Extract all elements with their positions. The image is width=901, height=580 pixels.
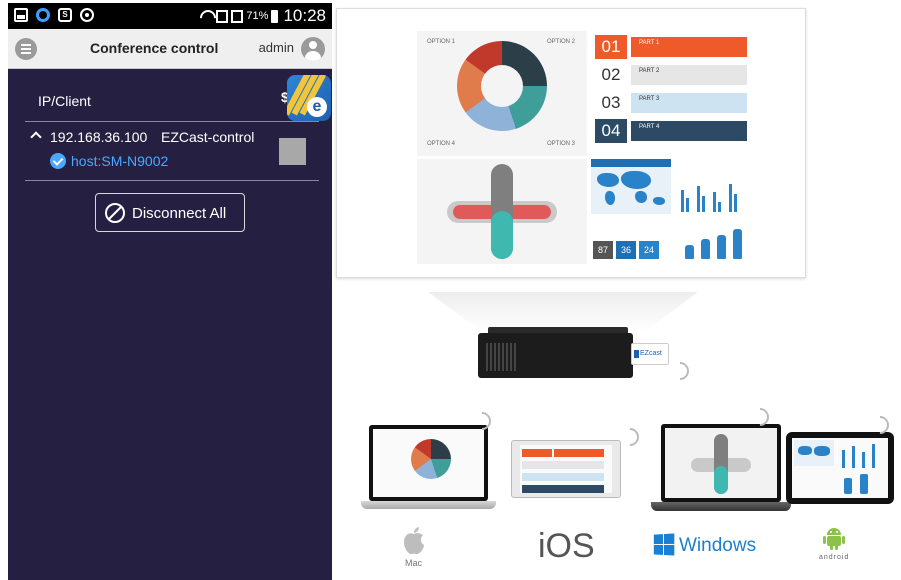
windows-laptop-graphic bbox=[651, 424, 791, 516]
client-ip: 192.168.36.100 bbox=[50, 129, 148, 145]
cross-infographic bbox=[417, 159, 587, 264]
world-map-graphic bbox=[591, 159, 671, 214]
os-label-windows: Windows bbox=[679, 535, 757, 556]
donut-chart-graphic bbox=[457, 41, 547, 131]
stat-badge: 24 bbox=[639, 241, 659, 259]
disconnect-all-button[interactable]: Disconnect All bbox=[95, 193, 245, 232]
projection-beam bbox=[428, 292, 698, 332]
check-circle-icon bbox=[50, 153, 66, 169]
wifi-icon bbox=[199, 9, 213, 23]
disconnect-all-label: Disconnect All bbox=[132, 205, 227, 222]
os-label-ios: iOS bbox=[538, 527, 595, 565]
gallery-icon bbox=[14, 8, 28, 22]
stat-badge: 87 bbox=[593, 241, 613, 259]
client-host: host:SM-N9002 bbox=[71, 153, 169, 169]
app-title-bar: Conference control admin bbox=[8, 29, 332, 69]
infographic-poster: OPTION 1 OPTION 2 OPTION 4 OPTION 3 01 P… bbox=[336, 8, 806, 278]
block-icon bbox=[105, 203, 125, 223]
client-select-checkbox[interactable] bbox=[279, 138, 306, 165]
battery-percent: 71% bbox=[246, 10, 269, 22]
signal-icon bbox=[231, 9, 244, 23]
os-label-mac: Mac bbox=[405, 558, 423, 568]
user-avatar-icon[interactable] bbox=[301, 37, 325, 61]
chevron-up-icon[interactable] bbox=[30, 131, 42, 143]
signal-icon bbox=[216, 9, 229, 23]
s-icon: S bbox=[58, 8, 72, 22]
status-bar-right: 71% 10:28 bbox=[199, 6, 326, 26]
battery-icon bbox=[271, 9, 279, 23]
iphone-graphic bbox=[511, 440, 621, 500]
promo-illustration: OPTION 1 OPTION 2 OPTION 4 OPTION 3 01 P… bbox=[333, 0, 901, 580]
step-item: 02 PART 2 bbox=[595, 63, 747, 87]
os-label-android: android bbox=[819, 554, 850, 561]
apple-logo-icon bbox=[404, 527, 424, 555]
android-tablet-graphic bbox=[786, 432, 894, 506]
projector-graphic bbox=[478, 333, 633, 378]
divider bbox=[25, 180, 319, 181]
macbook-graphic bbox=[361, 425, 496, 515]
client-name: EZCast-control bbox=[161, 129, 255, 145]
user-name[interactable]: admin bbox=[259, 40, 294, 55]
ezcast-logo-icon[interactable]: e bbox=[287, 75, 331, 121]
divider bbox=[25, 121, 319, 122]
sync-icon bbox=[80, 8, 94, 22]
ezcast-dongle-graphic: EZcast bbox=[631, 343, 669, 365]
step-item: 04 PART 4 bbox=[595, 119, 747, 143]
circle-icon bbox=[36, 8, 50, 22]
clock: 10:28 bbox=[283, 6, 326, 25]
status-bar: S 71% 10:28 bbox=[8, 3, 332, 29]
page-title: Conference control bbox=[90, 40, 219, 56]
column-header-ip-client: IP/Client bbox=[38, 93, 91, 109]
stat-badge: 36 bbox=[616, 241, 636, 259]
windows-logo-icon bbox=[653, 533, 676, 556]
phone-screen: S 71% 10:28 Conference control admin IP/… bbox=[8, 3, 332, 580]
map-infographic: 87 36 24 bbox=[589, 159, 744, 264]
screenshot-root: S 71% 10:28 Conference control admin IP/… bbox=[0, 0, 901, 580]
android-logo-icon bbox=[823, 528, 845, 550]
donut-infographic: OPTION 1 OPTION 2 OPTION 4 OPTION 3 bbox=[417, 31, 587, 156]
menu-button[interactable] bbox=[15, 38, 37, 60]
step-item: 01 PART 1 bbox=[595, 35, 747, 59]
client-row[interactable]: 192.168.36.100 EZCast-control host:SM-N9… bbox=[8, 125, 332, 181]
wireless-icon bbox=[667, 358, 693, 384]
step-item: 03 PART 3 bbox=[595, 91, 747, 115]
wireless-icon bbox=[617, 424, 643, 450]
steps-infographic: 01 PART 1 02 PART 2 03 PART 3 04 PART 4 bbox=[587, 31, 747, 156]
